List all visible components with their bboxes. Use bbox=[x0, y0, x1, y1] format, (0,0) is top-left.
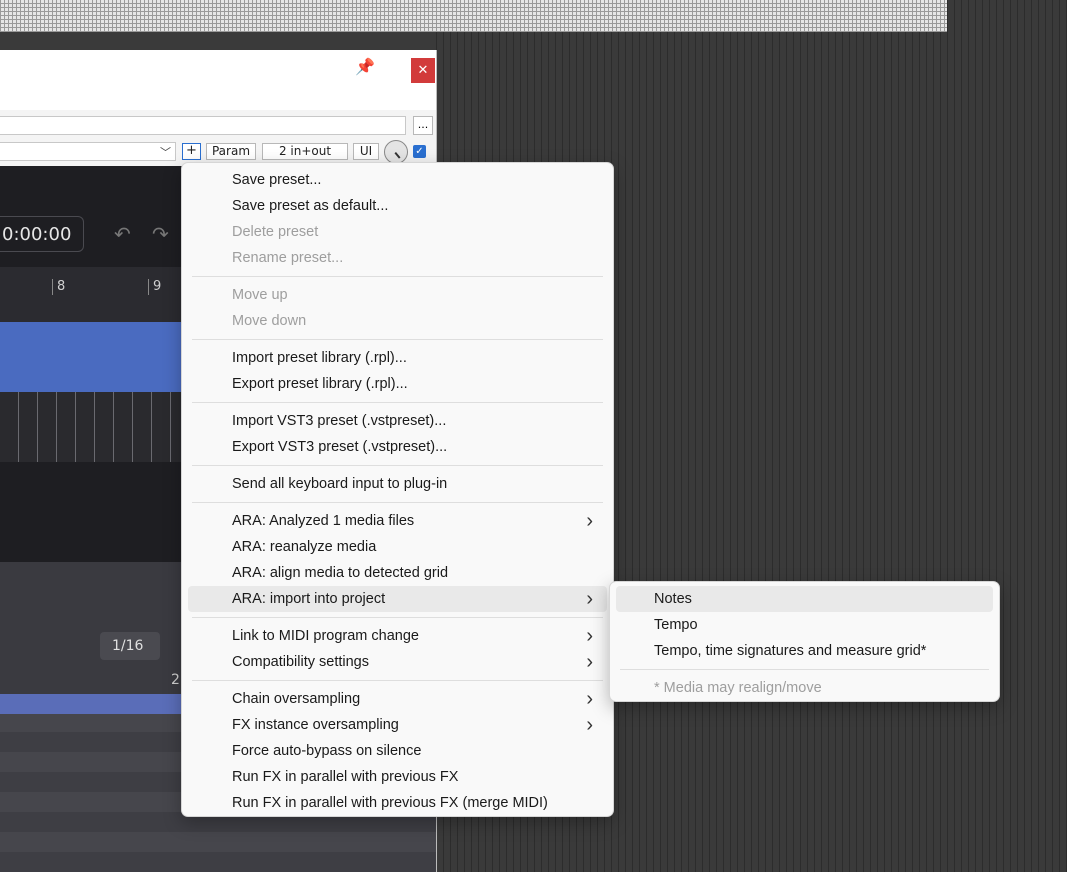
menu-item-label: ARA: reanalyze media bbox=[232, 539, 377, 555]
menu-item-fx-instance-oversampling[interactable]: FX instance oversampling › bbox=[188, 712, 607, 738]
menu-item-label: Tempo, time signatures and measure grid* bbox=[654, 643, 927, 659]
menu-item-label: Move up bbox=[232, 287, 288, 303]
enable-checkbox[interactable]: ✓ bbox=[413, 145, 426, 158]
menu-item-export-preset-library-rpl[interactable]: Export preset library (.rpl)... bbox=[188, 371, 607, 397]
menu-item-label: Chain oversampling bbox=[232, 691, 361, 707]
menu-item-label: * Media may realign/move bbox=[654, 680, 822, 696]
menu-item-label: Run FX in parallel with previous FX bbox=[232, 769, 459, 785]
menu-item-label: Notes bbox=[654, 591, 692, 607]
chevron-right-icon: › bbox=[586, 651, 593, 673]
menu-separator bbox=[192, 502, 603, 503]
ruler-mark: 2 bbox=[171, 672, 180, 688]
chevron-right-icon: › bbox=[586, 588, 593, 610]
menu-item-tempo[interactable]: Tempo bbox=[616, 612, 993, 638]
menu-item-label: Tempo bbox=[654, 617, 698, 633]
menu-item-label: Import VST3 preset (.vstpreset)... bbox=[232, 413, 447, 429]
menu-item-tempo-time-signatures-and-measure-grid[interactable]: Tempo, time signatures and measure grid* bbox=[616, 638, 993, 664]
ruler-tick bbox=[52, 279, 53, 295]
menu-item-ara-align-media-to-detected-grid[interactable]: ARA: align media to detected grid bbox=[188, 560, 607, 586]
time-display: 0:00:00 bbox=[0, 216, 84, 252]
undo-icon[interactable]: ↶ bbox=[114, 222, 131, 246]
ruler-tick bbox=[148, 279, 149, 295]
menu-separator bbox=[192, 465, 603, 466]
menu-separator bbox=[192, 680, 603, 681]
menu-item-label: Rename preset... bbox=[232, 250, 344, 266]
menu-item-link-to-midi-program-change[interactable]: Link to MIDI program change › bbox=[188, 623, 607, 649]
io-button[interactable]: 2 in+out bbox=[262, 143, 348, 160]
fx-titlebar[interactable]: 📌 ✕ bbox=[0, 50, 436, 110]
menu-item-move-up: Move up bbox=[188, 282, 607, 308]
menu-item-import-vst3-preset-vstpreset[interactable]: Import VST3 preset (.vstpreset)... bbox=[188, 408, 607, 434]
menu-item-label: Export VST3 preset (.vstpreset)... bbox=[232, 439, 448, 455]
menu-item-label: Save preset as default... bbox=[232, 198, 389, 214]
add-preset-button[interactable]: + bbox=[182, 143, 201, 160]
close-button[interactable]: ✕ bbox=[411, 58, 435, 83]
preset-context-menu: Save preset... Save preset as default... D… bbox=[181, 162, 614, 817]
menu-separator bbox=[192, 617, 603, 618]
menu-item-label: Export preset library (.rpl)... bbox=[232, 376, 408, 392]
menu-separator bbox=[192, 276, 603, 277]
menu-item-force-auto-bypass-on-silence[interactable]: Force auto-bypass on silence bbox=[188, 738, 607, 764]
chevron-right-icon: › bbox=[586, 625, 593, 647]
chevron-down-icon: ﹀ bbox=[160, 146, 171, 159]
ruler-mark: 9 bbox=[153, 279, 162, 294]
menu-item-label: Delete preset bbox=[232, 224, 319, 240]
chevron-right-icon: › bbox=[586, 510, 593, 532]
menu-item-import-preset-library-rpl[interactable]: Import preset library (.rpl)... bbox=[188, 345, 607, 371]
menu-item-label: ARA: align media to detected grid bbox=[232, 565, 449, 581]
menu-item-ara-reanalyze-media[interactable]: ARA: reanalyze media bbox=[188, 534, 607, 560]
menu-item-label: Save preset... bbox=[232, 172, 322, 188]
menu-item-label: Force auto-bypass on silence bbox=[232, 743, 422, 759]
menu-separator bbox=[192, 339, 603, 340]
menu-item-compatibility-settings[interactable]: Compatibility settings › bbox=[188, 649, 607, 675]
param-button[interactable]: Param bbox=[206, 143, 256, 160]
menu-item-media-may-realign-move: * Media may realign/move bbox=[616, 675, 993, 701]
menu-item-label: Move down bbox=[232, 313, 307, 329]
menu-item-move-down: Move down bbox=[188, 308, 607, 334]
menu-item-export-vst3-preset-vstpreset[interactable]: Export VST3 preset (.vstpreset)... bbox=[188, 434, 607, 460]
menu-item-label: Send all keyboard input to plug-in bbox=[232, 476, 448, 492]
menu-separator bbox=[620, 669, 989, 670]
menu-item-label: Link to MIDI program change bbox=[232, 628, 419, 644]
menu-item-run-fx-in-parallel-with-previous-fx-merge-midi[interactable]: Run FX in parallel with previous FX (mer… bbox=[188, 790, 607, 816]
menu-item-run-fx-in-parallel-with-previous-fx[interactable]: Run FX in parallel with previous FX bbox=[188, 764, 607, 790]
menu-item-delete-preset: Delete preset bbox=[188, 219, 607, 245]
ui-button[interactable]: UI bbox=[353, 143, 379, 160]
redo-icon[interactable]: ↷ bbox=[152, 222, 169, 246]
path-field[interactable] bbox=[0, 116, 406, 135]
menu-item-rename-preset: Rename preset... bbox=[188, 245, 607, 271]
wet-knob[interactable] bbox=[384, 140, 408, 164]
menu-item-ara-import-into-project[interactable]: ARA: import into project › bbox=[188, 586, 607, 612]
menu-item-send-all-keyboard-input-to-plug-in[interactable]: Send all keyboard input to plug-in bbox=[188, 471, 607, 497]
ara-import-submenu: Notes Tempo Tempo, time signatures and mea… bbox=[609, 581, 1000, 702]
menu-item-label: FX instance oversampling bbox=[232, 717, 399, 733]
pin-icon[interactable]: 📌 bbox=[355, 58, 375, 76]
browse-button[interactable]: ... bbox=[413, 116, 433, 135]
ruler-mark: 8 bbox=[57, 279, 66, 294]
top-grid-area bbox=[0, 0, 947, 32]
menu-item-label: Run FX in parallel with previous FX (mer… bbox=[232, 795, 548, 811]
menu-item-ara-analyzed-1-media-files[interactable]: ARA: Analyzed 1 media files › bbox=[188, 508, 607, 534]
chevron-right-icon: › bbox=[586, 688, 593, 710]
menu-item-label: Compatibility settings bbox=[232, 654, 369, 670]
grid-size-select[interactable]: 1/16 bbox=[100, 632, 160, 660]
menu-item-label: ARA: Analyzed 1 media files bbox=[232, 513, 415, 529]
preset-select[interactable]: ﹀ bbox=[0, 142, 176, 161]
menu-item-label: ARA: import into project bbox=[232, 591, 386, 607]
menu-item-label: Import preset library (.rpl)... bbox=[232, 350, 407, 366]
chevron-right-icon: › bbox=[586, 714, 593, 736]
menu-item-save-preset[interactable]: Save preset... bbox=[188, 167, 607, 193]
menu-separator bbox=[192, 402, 603, 403]
menu-item-chain-oversampling[interactable]: Chain oversampling › bbox=[188, 686, 607, 712]
menu-item-save-preset-as-default[interactable]: Save preset as default... bbox=[188, 193, 607, 219]
background-strip bbox=[0, 32, 436, 50]
menu-item-notes[interactable]: Notes bbox=[616, 586, 993, 612]
